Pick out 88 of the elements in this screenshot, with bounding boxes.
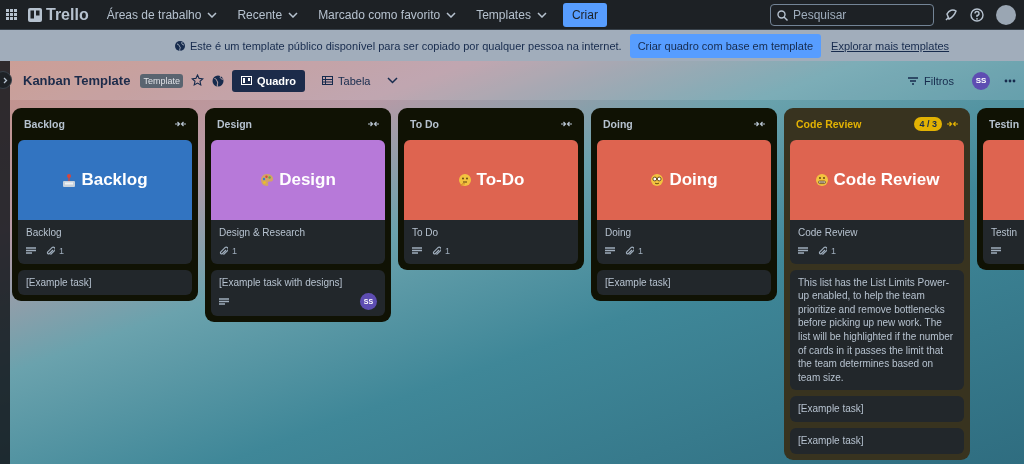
- help-icon[interactable]: [970, 7, 984, 22]
- card-title: To Do: [412, 226, 440, 240]
- card[interactable]: [Example task]: [790, 427, 964, 454]
- list-title[interactable]: Testin: [989, 118, 1020, 130]
- list-title[interactable]: Doing: [603, 118, 633, 130]
- list-title[interactable]: Code Review: [796, 118, 862, 130]
- chevron-down-icon[interactable]: [387, 77, 399, 84]
- chevron-down-icon: [536, 11, 547, 18]
- palette-icon: [260, 173, 275, 187]
- card-title: Design & Research: [219, 226, 307, 240]
- attachment-count: 1: [59, 245, 64, 256]
- chevron-down-icon: [288, 11, 299, 18]
- table-icon: [322, 76, 334, 85]
- card-title: Testin: [991, 226, 1019, 240]
- collapse-icon[interactable]: [368, 121, 379, 127]
- search-icon: [777, 9, 788, 21]
- create-board-from-template-button[interactable]: Criar quadro com base em template: [629, 33, 822, 58]
- menu-dropdown[interactable]: Marcado como favorito: [310, 3, 465, 26]
- view-tab[interactable]: Quadro: [231, 69, 306, 92]
- list-title[interactable]: Backlog: [24, 118, 65, 130]
- card-title: [Example task with designs]: [219, 275, 344, 290]
- filter-button[interactable]: Filtros: [902, 70, 960, 91]
- card[interactable]: Doing Doing 1: [597, 140, 771, 264]
- card-title: Code Review: [798, 226, 859, 240]
- paperclip-icon: [432, 245, 441, 256]
- user-avatar[interactable]: [996, 4, 1016, 25]
- view-tab[interactable]: Tabela: [313, 69, 380, 92]
- trello-logo-text[interactable]: Trello: [46, 5, 89, 24]
- card-title: [Example task]: [798, 402, 865, 416]
- card-title: [Example task]: [26, 275, 93, 290]
- grimacing-face-icon: [814, 173, 829, 187]
- filter-icon: [908, 76, 919, 85]
- card-title: Doing: [605, 226, 633, 240]
- paperclip-icon: [625, 245, 634, 256]
- menu-dropdown[interactable]: Templates: [468, 3, 555, 26]
- card[interactable]: Code Review Code Review 1: [790, 140, 964, 264]
- attachment-count: 1: [831, 245, 836, 256]
- chevron-right-icon: [3, 76, 8, 84]
- paperclip-icon: [46, 245, 55, 256]
- star-icon[interactable]: [190, 74, 204, 87]
- trello-logo-icon: [28, 7, 42, 22]
- template-badge: Template: [140, 73, 183, 88]
- attachment-count: 1: [445, 245, 450, 256]
- chevron-down-icon: [446, 11, 457, 18]
- cover-title: Design: [279, 170, 336, 190]
- cover-title: To-Do: [476, 170, 525, 190]
- globe-icon: [174, 40, 185, 51]
- card-title: Backlog: [26, 226, 63, 240]
- card[interactable]: Design Design & Research 1: [211, 140, 385, 264]
- card[interactable]: To-Do To Do 1: [404, 140, 578, 264]
- explore-templates-link[interactable]: Explorar mais templates: [831, 39, 950, 52]
- create-button[interactable]: Criar: [562, 2, 607, 27]
- attachment-count: 1: [232, 245, 237, 256]
- more-icon[interactable]: [1004, 78, 1016, 83]
- list-title[interactable]: Design: [217, 118, 252, 130]
- paperclip-icon: [219, 245, 228, 256]
- collapse-icon[interactable]: [175, 121, 186, 127]
- card-title: [Example task]: [605, 275, 672, 290]
- attachment-count: 1: [638, 245, 643, 256]
- collapse-icon[interactable]: [561, 121, 572, 127]
- list-title[interactable]: To Do: [410, 118, 439, 130]
- board-icon: [240, 76, 252, 85]
- card[interactable]: Testin: [983, 140, 1024, 264]
- card[interactable]: [Example task]: [790, 396, 964, 422]
- card[interactable]: Backlog Backlog 1: [18, 140, 192, 264]
- cover-title: Code Review: [833, 170, 940, 190]
- apps-grid-icon[interactable]: [6, 8, 18, 21]
- collapse-icon[interactable]: [754, 121, 765, 127]
- globe-icon[interactable]: [211, 74, 224, 87]
- search-field[interactable]: Pesquisar: [770, 3, 934, 26]
- board-title[interactable]: Kanban Template: [23, 73, 131, 88]
- card-title: [Example task]: [798, 433, 865, 448]
- card-title: This list has the List Limits Power-up enabled, to help the team prioritize and remove bottlenecks before picking up new work. The list will be highlighted if the number of cards in it passes the limit that the team determines based on team size.: [798, 275, 955, 385]
- menu-dropdown[interactable]: Recente: [229, 3, 307, 26]
- inbox-tray-icon: [62, 173, 77, 187]
- chevron-down-icon: [207, 11, 218, 18]
- card[interactable]: [Example task]: [597, 269, 771, 296]
- cover-title: Backlog: [81, 170, 148, 190]
- menu-dropdown[interactable]: Áreas de trabalho: [98, 3, 226, 26]
- paperclip-icon: [818, 245, 827, 256]
- member-avatar[interactable]: SS: [972, 71, 990, 90]
- thinking-face-icon: [457, 173, 472, 187]
- cover-title: Doing: [669, 170, 718, 190]
- glasses-face-icon: [650, 173, 665, 187]
- template-notice-text: Este é um template público disponível para ser copiado por qualquer pessoa na internet.: [189, 39, 622, 52]
- list-limit-badge: 4 / 3: [914, 117, 942, 131]
- collapse-icon[interactable]: [947, 121, 958, 127]
- card[interactable]: [Example task]: [18, 269, 192, 296]
